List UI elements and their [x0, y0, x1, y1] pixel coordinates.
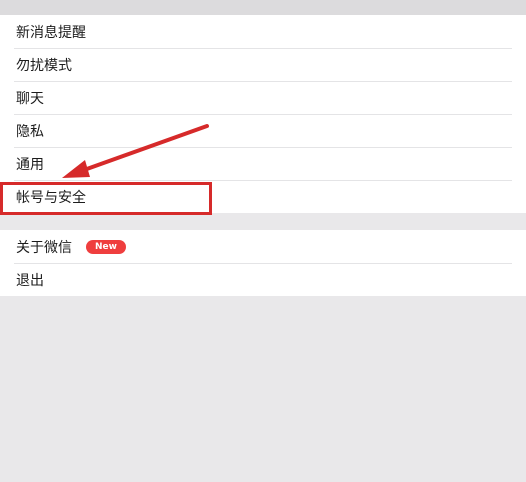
settings-item-label: 聊天: [16, 90, 44, 107]
settings-item-label: 通用: [16, 156, 44, 173]
settings-item-label: 隐私: [16, 123, 44, 140]
settings-group-secondary: 关于微信 New 退出: [0, 230, 526, 296]
top-strip: [0, 0, 526, 15]
settings-item-new-message-notifications[interactable]: 新消息提醒: [0, 15, 526, 48]
settings-item-general[interactable]: 通用: [0, 147, 526, 180]
settings-item-label: 帐号与安全: [16, 189, 86, 206]
settings-item-logout[interactable]: 退出: [0, 263, 526, 296]
settings-item-privacy[interactable]: 隐私: [0, 114, 526, 147]
settings-item-label: 退出: [16, 272, 44, 289]
settings-item-label: 勿扰模式: [16, 57, 72, 74]
settings-item-label: 新消息提醒: [16, 24, 86, 41]
settings-item-do-not-disturb[interactable]: 勿扰模式: [0, 48, 526, 81]
settings-group-main: 新消息提醒 勿扰模式 聊天 隐私 通用 帐号与安全: [0, 15, 526, 213]
settings-item-label: 关于微信: [16, 239, 72, 256]
new-badge: New: [86, 239, 126, 254]
settings-item-about-wechat[interactable]: 关于微信 New: [0, 230, 526, 263]
settings-item-account-security[interactable]: 帐号与安全: [0, 180, 526, 213]
settings-item-chat[interactable]: 聊天: [0, 81, 526, 114]
